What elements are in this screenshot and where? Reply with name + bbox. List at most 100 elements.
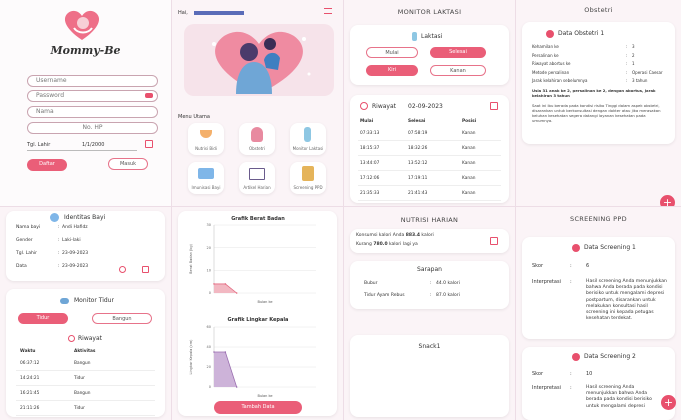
table-cell-selesai: 07:58:19 bbox=[408, 131, 428, 136]
screening-card-2: Data Screening 2 Skor : 10 Interpretasi … bbox=[522, 347, 675, 420]
obstetri-row-label: Kehamilan ke bbox=[532, 44, 559, 49]
kanan-button[interactable]: Kanan bbox=[430, 65, 486, 76]
chart-title: Grafik Berat Badan bbox=[231, 216, 285, 222]
hero-illustration bbox=[184, 24, 334, 96]
screening2-interp-colon: : bbox=[570, 385, 572, 391]
screening1-interp-label: Interpretasi bbox=[532, 279, 561, 285]
menu-label-nutrisi: Nutrisi Bidi bbox=[195, 146, 217, 151]
chart-ytick-label: 30 bbox=[207, 223, 211, 227]
chart-ytick-label: 10 bbox=[207, 269, 211, 273]
menu-item-imunisasi[interactable]: Imunisasi Bayi bbox=[188, 162, 224, 194]
obstetri-card: Data Obstetri 1 Kehamilan ke:3 Persalinan… bbox=[522, 22, 675, 144]
table-cell-mulai: 07:33:13 bbox=[360, 131, 380, 136]
row-divider bbox=[358, 140, 501, 141]
username-input[interactable]: Username bbox=[27, 75, 158, 87]
menu-label-obstetri: Obstetri bbox=[248, 146, 266, 151]
consumed-prefix: Konsumsi kalori Anda bbox=[356, 233, 405, 238]
obstetri-row-colon: : bbox=[626, 78, 628, 83]
check-icon bbox=[572, 244, 580, 252]
obstetri-row-value: Operasi Caesar bbox=[632, 69, 663, 75]
check-icon bbox=[572, 353, 580, 361]
calorie-remaining-line: Kurang 780.0 kalori lagi ya bbox=[356, 242, 418, 247]
identitas-row-value: 23-09-2023 bbox=[62, 264, 89, 269]
password-input[interactable]: Password bbox=[27, 90, 158, 102]
obstetri-row-value: 1 bbox=[632, 61, 635, 66]
add-button[interactable]: + bbox=[660, 195, 675, 206]
growth-charts: Grafik Berat Badan Berat Badan (kg) Bulan … bbox=[189, 216, 316, 398]
obstetri-summary: Usia 31 anak ke 2, persalinan ke 2, deng… bbox=[532, 88, 656, 98]
calendar-icon[interactable] bbox=[142, 266, 149, 273]
user-name-bar bbox=[194, 11, 244, 15]
obstetri-row-colon: : bbox=[626, 69, 628, 75]
phone-input[interactable]: No. HP bbox=[27, 122, 158, 134]
bangun-button[interactable]: Bangun bbox=[92, 313, 152, 324]
name-input[interactable]: Nama bbox=[27, 106, 158, 118]
home-screen: Hai, Menu Utama Nutrisi Bidi Obstetri Mo… bbox=[172, 0, 343, 206]
table-cell-selesai: 17:19:11 bbox=[408, 176, 428, 181]
chart-xlabel: Bulan ke bbox=[257, 394, 272, 398]
menu-item-laktasi[interactable]: Monitor Laktasi bbox=[290, 123, 326, 155]
screening1-skor: 6 bbox=[586, 263, 590, 269]
menu-label-laktasi: Monitor Laktasi bbox=[292, 146, 324, 151]
nutrisi-screen: NUTRISI HARIAN Konsumsi kalori Anda 883.… bbox=[344, 207, 515, 420]
identitas-row-value: Laki-laki bbox=[62, 238, 81, 243]
obstetri-page-title: Obstetri bbox=[584, 6, 613, 14]
table-cell-aktivitas: Tidur bbox=[74, 406, 85, 411]
greeting-text: Hai, bbox=[178, 10, 188, 16]
history-title: Riwayat bbox=[372, 103, 396, 110]
obstetri-screen: Obstetri Data Obstetri 1 Kehamilan ke:3 P… bbox=[516, 0, 681, 206]
row-divider bbox=[16, 385, 155, 386]
bayi-screen: Identitas Bayi Nama bayi: Andi Hafidz Gend… bbox=[0, 207, 171, 420]
screening-card-1: Data Screening 1 Skor : 6 Interpretasi :… bbox=[522, 237, 675, 339]
selesai-button[interactable]: Selesai bbox=[430, 47, 486, 58]
clipboard-icon bbox=[302, 166, 314, 181]
calendar-icon[interactable] bbox=[490, 237, 498, 245]
identitas-row-label: Data bbox=[16, 264, 27, 269]
menu-item-obstetri[interactable]: Obstetri bbox=[239, 123, 275, 155]
obstetri-risk-text: Saat ini ibu berada pada kondisi risiko … bbox=[532, 103, 661, 123]
grafik-screen: Grafik Berat Badan Berat Badan (kg) Bulan … bbox=[172, 207, 343, 420]
birth-underline bbox=[27, 150, 137, 151]
table-cell-waktu: 21:11:26 bbox=[20, 406, 40, 411]
calendar-icon[interactable] bbox=[490, 102, 498, 110]
show-password-icon[interactable] bbox=[145, 93, 153, 98]
app-name: Mommy-Be bbox=[50, 44, 121, 57]
laktasi-card-title: Laktasi bbox=[421, 33, 443, 40]
obstetri-row-colon: : bbox=[626, 61, 628, 66]
refresh-icon[interactable] bbox=[119, 266, 126, 273]
chart-data-point bbox=[224, 351, 227, 353]
syringe-icon bbox=[198, 168, 214, 179]
chart-data-point bbox=[213, 351, 215, 353]
mulai-button[interactable]: Mulai bbox=[366, 47, 418, 58]
add-data-button[interactable]: Tambah Data bbox=[214, 401, 302, 414]
table-cell-posisi: Kanan bbox=[462, 131, 476, 136]
food-colon: : bbox=[430, 281, 432, 286]
birth-date-value[interactable]: 1/1/2000 bbox=[82, 142, 104, 148]
table-cell-waktu: 16:21:45 bbox=[20, 391, 40, 396]
screening-screen: SCREENING PPD Data Screening 1 Skor : 6 … bbox=[516, 207, 681, 420]
chart-ylabel: Lingkar Kepala (cm) bbox=[189, 339, 193, 375]
menu-item-nutrisi[interactable]: Nutrisi Bidi bbox=[188, 123, 224, 155]
menu-label-artikel: Artikel Harian bbox=[243, 185, 271, 190]
consumed-unit: kalori bbox=[421, 233, 434, 238]
tidur-button[interactable]: Tidur bbox=[18, 313, 68, 324]
menu-item-screening[interactable]: Screening PPD bbox=[290, 162, 326, 194]
obstetri-row-label: Riwayat abortus ke bbox=[532, 61, 571, 66]
history-date: 02-09-2023 bbox=[408, 103, 443, 110]
calendar-icon[interactable] bbox=[145, 140, 153, 148]
identitas-row-colon: : bbox=[58, 264, 60, 269]
register-button[interactable]: Daftar bbox=[27, 159, 67, 171]
add-button[interactable]: + bbox=[661, 395, 676, 410]
col-mulai: Mulai bbox=[360, 119, 374, 124]
login-button[interactable]: Masuk bbox=[108, 158, 148, 170]
table-cell-aktivitas: Bangun bbox=[74, 391, 91, 396]
obstetri-row-value: 3 bbox=[632, 44, 635, 49]
table-cell-mulai: 17:12:06 bbox=[360, 176, 380, 181]
remaining-prefix: Kurang bbox=[356, 242, 372, 247]
menu-item-artikel[interactable]: Artikel Harian bbox=[239, 162, 275, 194]
check-icon bbox=[546, 30, 554, 38]
menu-icon[interactable] bbox=[324, 8, 332, 14]
kiri-button[interactable]: Kiri bbox=[366, 65, 418, 76]
screening2-title: Data Screening 2 bbox=[584, 353, 636, 360]
identitas-row-colon: : bbox=[58, 225, 60, 230]
